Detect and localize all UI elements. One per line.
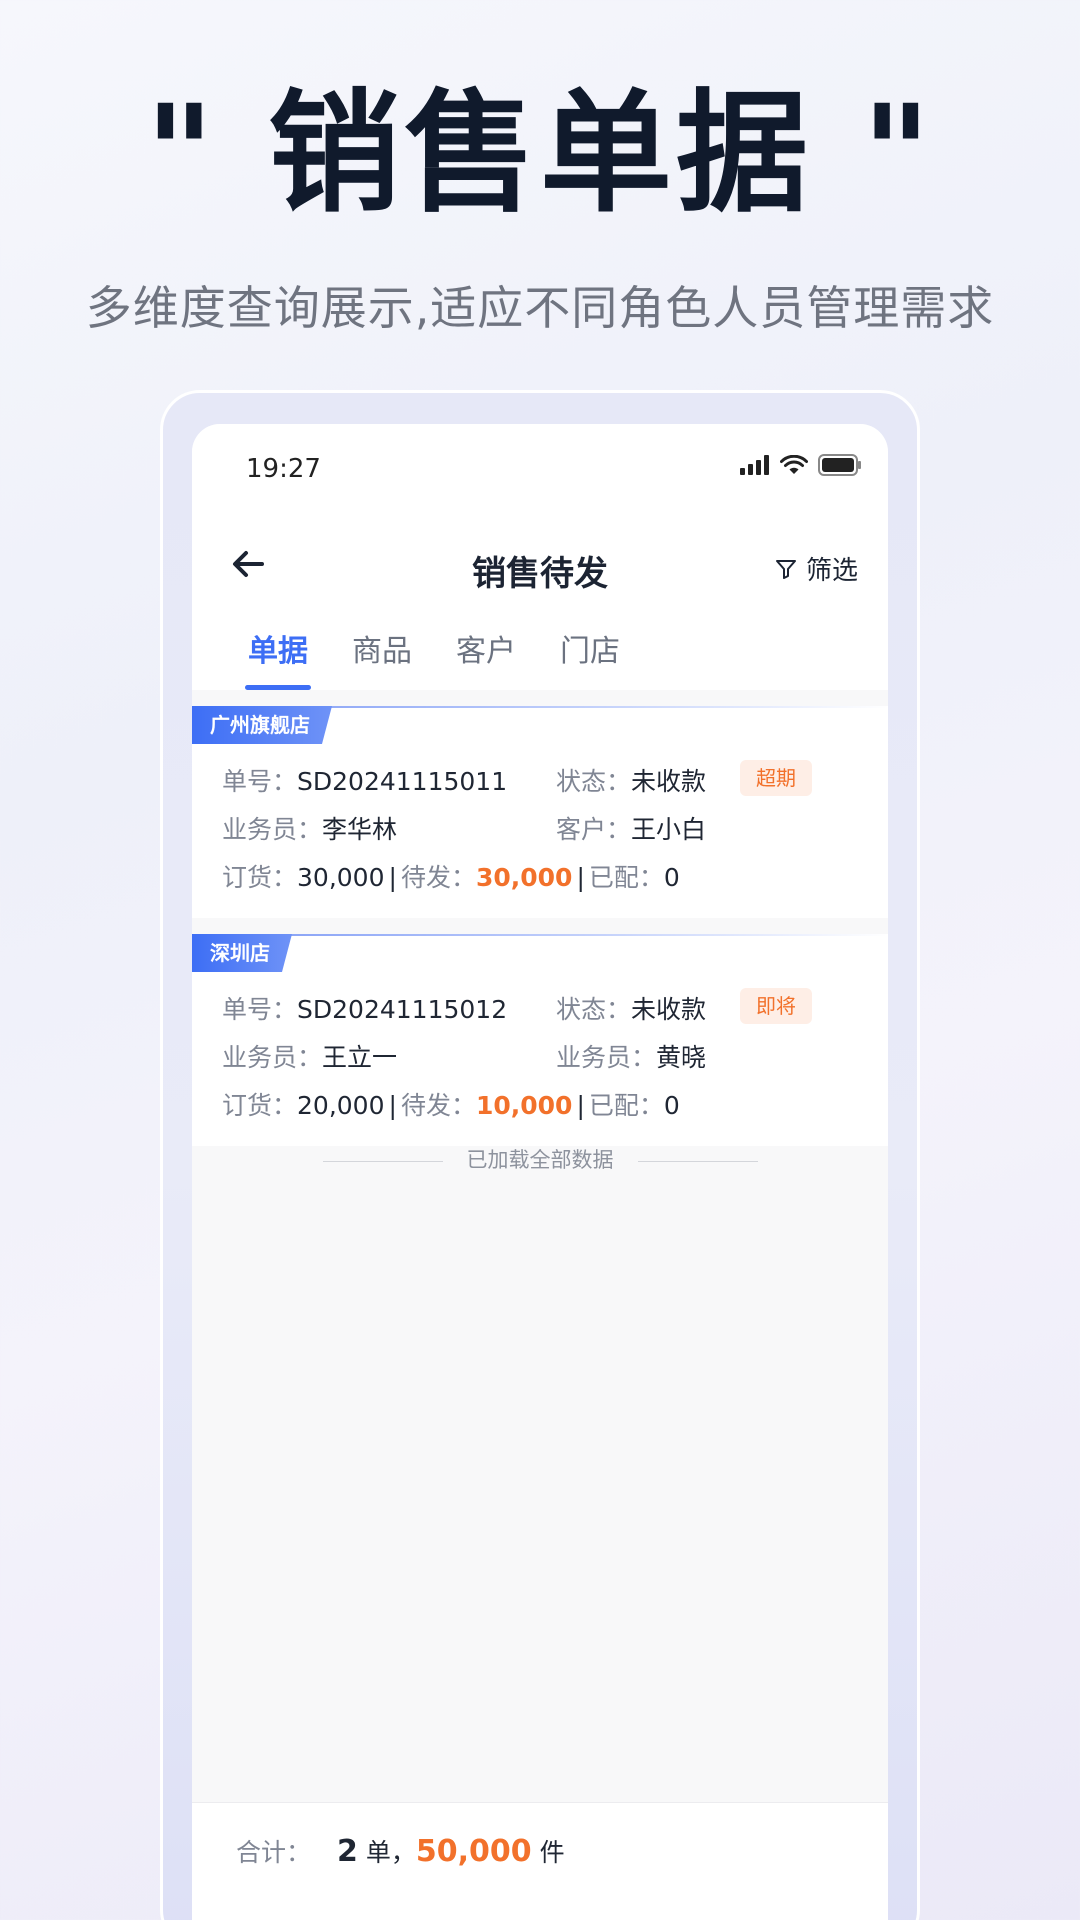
salesperson: 业务员：李华林: [222, 815, 398, 844]
salesperson: 业务员：王立一: [222, 1043, 398, 1072]
list-end-note: 已加载全部数据: [192, 1144, 888, 1174]
order-status: 状态：未收款: [556, 995, 707, 1024]
tab-bar: 单据 商品 客户 门店: [192, 616, 888, 690]
tab-products[interactable]: 商品: [330, 616, 434, 690]
store-tag: 深圳店: [192, 934, 292, 972]
card-divider: [192, 934, 888, 936]
phone-screen: 19:27 销售待发 筛选 单据 商品 客户 门店 广州旗舰店 单号：SD202…: [192, 424, 888, 1920]
status-time: 19:27: [246, 454, 321, 484]
filter-button[interactable]: 筛选: [774, 550, 858, 587]
status-badge: 即将: [740, 988, 812, 1024]
order-card[interactable]: 广州旗舰店 单号：SD20241115011 状态：未收款 超期 业务员：李华林…: [192, 706, 888, 918]
divider-left: [322, 1160, 443, 1162]
status-bar: 19:27: [192, 424, 888, 516]
quantity-summary: 订货：20,000 | 待发：10,000 | 已配：0: [222, 1091, 680, 1120]
bottom-summary-bar: 合计： 2 单，50,000 件: [192, 1802, 888, 1920]
list-end-text: 已加载全部数据: [466, 1148, 614, 1172]
order-count: 2: [337, 1834, 358, 1869]
order-card[interactable]: 深圳店 单号：SD20241115012 状态：未收款 即将 业务员：王立一 业…: [192, 934, 888, 1146]
total-quantity: 50,000: [415, 1834, 532, 1869]
promo-subheadline: 多维度查询展示,适应不同角色人员管理需求: [85, 281, 995, 335]
battery-icon: [818, 454, 861, 476]
quantity-unit: 件: [539, 1838, 565, 1867]
status-badge: 超期: [740, 760, 812, 796]
tab-customers[interactable]: 客户: [434, 616, 538, 690]
order-number: 单号：SD20241115011: [222, 767, 508, 796]
filter-label: 筛选: [805, 556, 858, 586]
divider-right: [637, 1160, 758, 1162]
total-summary: 合计： 2 单，50,000 件: [236, 1833, 565, 1869]
tab-documents[interactable]: 单据: [226, 616, 330, 690]
order-list: 广州旗舰店 单号：SD20241115011 状态：未收款 超期 业务员：李华林…: [192, 706, 888, 1162]
order-number: 单号：SD20241115012: [222, 995, 508, 1024]
salesperson-secondary: 业务员：黄晓: [556, 1043, 707, 1072]
wifi-icon: [780, 455, 808, 474]
customer: 客户：王小白: [556, 815, 707, 844]
tab-stores[interactable]: 门店: [538, 616, 642, 690]
filter-icon: [775, 559, 796, 579]
signal-icon: [740, 455, 769, 475]
order-count-unit: 单，: [365, 1838, 416, 1867]
order-status: 状态：未收款: [556, 767, 707, 796]
store-tag: 广州旗舰店: [192, 706, 332, 744]
promo-headline: " 销售单据 ": [145, 77, 935, 231]
status-icons: [740, 454, 862, 476]
summary-label: 合计：: [236, 1838, 312, 1867]
nav-bar: 销售待发 筛选: [192, 516, 888, 616]
quantity-summary: 订货：30,000 | 待发：30,000 | 已配：0: [222, 863, 680, 892]
